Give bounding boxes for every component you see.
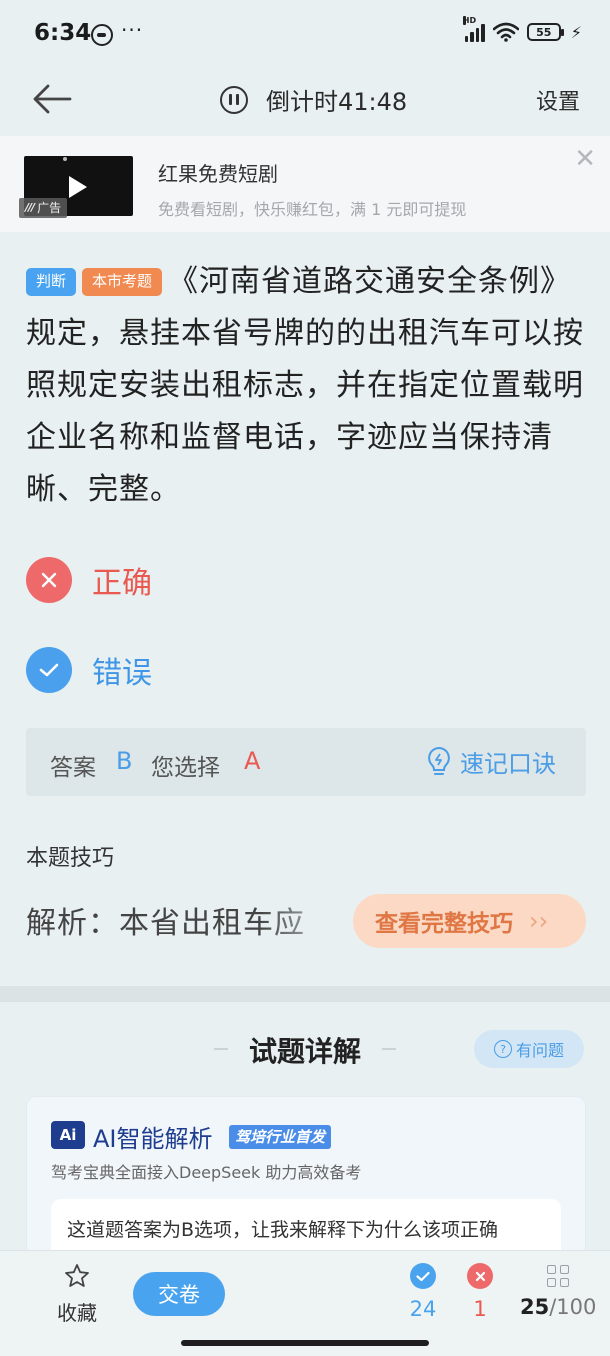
progress-total: /100 [549, 1295, 597, 1319]
home-indicator [181, 1340, 429, 1346]
view-full-tips-label: 查看完整技巧 [375, 911, 513, 937]
status-indicators: HD 55 ⚡ [462, 16, 582, 42]
ad-title: 红果免费短剧 [158, 162, 278, 186]
cross-icon [26, 557, 72, 603]
mnemonic-label: 速记口诀 [460, 750, 556, 778]
ad-banner[interactable]: ///广告 红果免费短剧 免费看短剧，快乐赚红包，满 1 元即可提现 ✕ [0, 136, 610, 232]
option-correct-statement[interactable]: 正确 [26, 556, 152, 604]
check-icon [26, 647, 72, 693]
submit-exam-button[interactable]: 交卷 [133, 1272, 225, 1316]
progress-current: 25 [520, 1295, 550, 1319]
answer-label: 答案 [50, 755, 96, 781]
status-bar: 6:34 ··· HD 55 ⚡ [0, 0, 610, 70]
close-icon[interactable]: ✕ [574, 146, 596, 172]
star-icon [65, 1264, 89, 1287]
more-notifications-icon: ··· [121, 18, 144, 42]
back-arrow-icon[interactable] [30, 82, 74, 116]
question-mark-icon: ? [493, 1040, 512, 1058]
mnemonic-button[interactable]: 速记口诀 [426, 744, 556, 779]
option-label: 正确 [92, 566, 152, 601]
option-label: 错误 [92, 656, 152, 691]
pause-icon[interactable] [220, 85, 248, 114]
ad-video-thumbnail[interactable]: ///广告 [19, 156, 133, 218]
check-circle-icon [410, 1263, 436, 1289]
question-progress[interactable]: 25/100 [520, 1263, 596, 1319]
status-time: 6:34 [34, 20, 92, 46]
app-notification-icon [91, 24, 113, 46]
wrong-count-value: 1 [473, 1297, 487, 1321]
ad-badge: ///广告 [19, 198, 68, 218]
favorite-button[interactable]: 收藏 [52, 1263, 102, 1326]
correct-count-value: 24 [409, 1297, 437, 1321]
top-nav: 倒计时41:48 设置 [0, 70, 610, 134]
tag-local-question: 本市考题 [82, 268, 163, 296]
tag-judgement: 判断 [26, 268, 77, 296]
favorite-label: 收藏 [57, 1301, 97, 1325]
ai-message-text: 这道题答案为B选项，让我来解释下为什么该项正确 [67, 1219, 499, 1241]
report-problem-button[interactable]: ? 有问题 [474, 1030, 584, 1068]
answer-value: B [116, 747, 133, 775]
ai-title: AI智能解析 [93, 1125, 213, 1153]
wifi-icon [492, 22, 519, 42]
countdown-label: 倒计时41:48 [266, 88, 408, 116]
cross-circle-icon [467, 1263, 493, 1289]
ai-subtitle: 驾考宝典全面接入DeepSeek 助力高效备考 [51, 1163, 362, 1182]
wrong-count[interactable]: 1 [466, 1263, 494, 1321]
signal-icon: HD [462, 16, 485, 42]
double-chevron-icon: ›› [529, 907, 549, 935]
tips-title: 本题技巧 [26, 846, 115, 871]
option-wrong-statement[interactable]: 错误 [26, 646, 152, 694]
ai-logo-icon: Ai [51, 1121, 85, 1149]
section-divider [0, 986, 610, 1002]
progress-text: 25/100 [520, 1295, 596, 1319]
correct-count[interactable]: 24 [408, 1263, 438, 1321]
question-text: 判断 本市考题 《河南省道路交通安全条例》规定，悬挂本省号牌的的出租汽车可以按照规定… [26, 256, 586, 516]
answer-summary: 答案 B 您选择 A 速记口诀 [26, 728, 586, 796]
countdown-timer: 倒计时41:48 [220, 82, 407, 117]
selected-label: 您选择 [151, 755, 220, 781]
settings-button[interactable]: 设置 [536, 84, 580, 116]
report-problem-label: 有问题 [515, 1041, 564, 1060]
battery-icon: 55 [526, 23, 564, 41]
lightbulb-icon [428, 746, 450, 775]
grid-icon [547, 1265, 569, 1287]
ai-badge: 驾培行业首发 [229, 1125, 332, 1149]
ad-subtitle: 免费看短剧，快乐赚红包，满 1 元即可提现 [158, 200, 467, 219]
question-body: 《河南省道路交通安全条例》规定，悬挂本省号牌的的出租汽车可以按照规定安装出租标志… [26, 264, 584, 507]
selected-value: A [244, 747, 261, 775]
battery-level: 55 [536, 25, 552, 39]
view-full-tips-button[interactable]: 查看完整技巧 ›› [353, 894, 586, 948]
play-icon [69, 176, 87, 198]
charging-icon: ⚡ [570, 22, 582, 42]
